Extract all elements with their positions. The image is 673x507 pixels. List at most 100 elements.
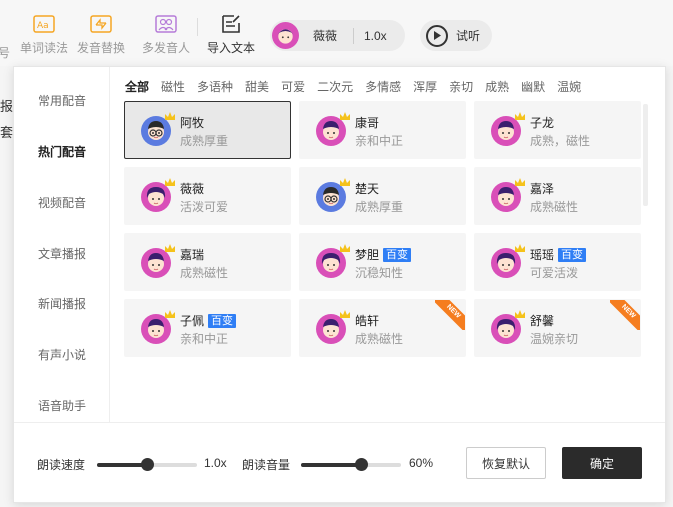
voice-description: 成熟，磁性 bbox=[530, 134, 591, 148]
speed-slider[interactable] bbox=[97, 458, 197, 471]
tag-filter-item[interactable]: 全部 bbox=[125, 78, 149, 95]
voice-description: 亲和中正 bbox=[355, 134, 404, 148]
background-editor-text: 报 套 bbox=[0, 94, 13, 146]
crown-icon bbox=[339, 174, 351, 186]
background-text-line: 报 bbox=[0, 99, 14, 114]
voice-card[interactable]: 皓轩 成熟磁性 NEW bbox=[299, 299, 466, 357]
current-voice-selector[interactable]: 薇薇 1.0x bbox=[270, 20, 405, 51]
voice-description: 可爱活泼 bbox=[530, 266, 579, 280]
voice-description: 成熟磁性 bbox=[180, 266, 229, 280]
tag-filter-item[interactable]: 甜美 bbox=[245, 78, 269, 95]
play-icon bbox=[426, 24, 448, 47]
voice-name: 薇薇 bbox=[180, 182, 205, 196]
sidebar-item-article[interactable]: 文章播报 bbox=[14, 245, 110, 262]
svg-text:Aa: Aa bbox=[37, 21, 49, 31]
crown-icon bbox=[339, 108, 351, 120]
crown-icon bbox=[164, 174, 176, 186]
toolbar-multi-speaker-button[interactable]: 多发音人 bbox=[142, 14, 190, 56]
tag-filter-item[interactable]: 温婉 bbox=[557, 78, 581, 95]
voice-card[interactable]: 楚天 成熟厚重 bbox=[299, 167, 466, 225]
sidebar-item-label: 文章播报 bbox=[37, 247, 86, 261]
tag-filter-item[interactable]: 幽默 bbox=[521, 78, 545, 95]
tag-filter-item[interactable]: 多情感 bbox=[365, 78, 401, 95]
voice-name-row: 子龙 bbox=[530, 114, 554, 131]
toolbar-word-reading-button[interactable]: Aa 单词读法 bbox=[20, 14, 68, 56]
sidebar-item-label: 常用配音 bbox=[37, 94, 86, 108]
variety-badge: 百变 bbox=[208, 313, 237, 328]
tag-filter-item[interactable]: 浑厚 bbox=[413, 78, 437, 95]
voice-card[interactable]: 嘉瑞 成熟磁性 bbox=[124, 233, 291, 291]
variety-badge: 百变 bbox=[383, 247, 412, 262]
pronunciation-replace-icon bbox=[90, 14, 112, 34]
slider-knob[interactable] bbox=[355, 458, 368, 471]
voice-card[interactable]: 舒馨温婉亲切 NEW bbox=[474, 299, 641, 357]
sidebar-item-popular[interactable]: 热门配音 bbox=[14, 143, 110, 160]
tag-filter-item[interactable]: 成熟 bbox=[485, 78, 509, 95]
confirm-button[interactable]: 确定 bbox=[562, 447, 642, 479]
toolbar-item-label: 导入文本 bbox=[207, 41, 256, 55]
crown-icon bbox=[164, 240, 176, 252]
voice-name: 楚天 bbox=[355, 182, 380, 196]
voice-card[interactable]: 瑶瑶 百变可爱活泼 bbox=[474, 233, 641, 291]
sidebar-item-video[interactable]: 视频配音 bbox=[14, 194, 110, 211]
slider-knob[interactable] bbox=[141, 458, 154, 471]
sidebar-item-label: 视频配音 bbox=[37, 196, 86, 210]
new-ribbon: NEW bbox=[435, 300, 465, 330]
voice-name-row: 阿牧 bbox=[180, 114, 204, 131]
voice-description: 亲和中正 bbox=[180, 332, 229, 346]
voice-name-row: 瑶瑶 百变 bbox=[530, 246, 587, 263]
voice-card[interactable]: 子龙成熟，磁性 bbox=[474, 101, 641, 159]
import-text-icon bbox=[220, 14, 242, 34]
current-voice-speed: 1.0x bbox=[364, 28, 387, 43]
voice-card[interactable]: 阿牧 成熟厚重 bbox=[124, 101, 291, 159]
voice-name-row: 皓轩 bbox=[355, 312, 379, 329]
variety-badge: 百变 bbox=[558, 247, 587, 262]
voice-name: 子龙 bbox=[530, 116, 555, 130]
tag-filter-item[interactable]: 可爱 bbox=[281, 78, 305, 95]
toolbar-pronunciation-replace-button[interactable]: 发音替换 bbox=[77, 14, 125, 56]
tag-filter-item[interactable]: 二次元 bbox=[317, 78, 353, 95]
toolbar-item-cut[interactable]: 号 bbox=[0, 44, 10, 61]
word-reading-icon: Aa bbox=[33, 14, 55, 34]
crown-icon bbox=[164, 108, 176, 120]
tag-filter-item[interactable]: 多语种 bbox=[197, 78, 233, 95]
avatar bbox=[272, 22, 299, 49]
voice-description: 温婉亲切 bbox=[530, 332, 579, 346]
voice-description: 活泼可爱 bbox=[180, 200, 229, 214]
voice-name-row: 舒馨 bbox=[530, 312, 554, 329]
voice-card[interactable]: 嘉泽 成熟磁性 bbox=[474, 167, 641, 225]
crown-icon bbox=[514, 108, 526, 120]
reset-default-button[interactable]: 恢复默认 bbox=[466, 447, 546, 479]
listen-button[interactable]: 试听 bbox=[420, 20, 492, 51]
new-label: NEW bbox=[435, 300, 465, 330]
sidebar-item-news[interactable]: 新闻播报 bbox=[14, 295, 110, 312]
voice-name: 皓轩 bbox=[355, 314, 380, 328]
crown-icon bbox=[339, 306, 351, 318]
voice-card[interactable]: 子佩 百变 亲和中正 bbox=[124, 299, 291, 357]
voice-category-sidebar: 常用配音 热门配音 视频配音 文章播报 新闻播报 有声小说 语音助手 bbox=[14, 67, 110, 422]
sidebar-item-assistant[interactable]: 语音助手 bbox=[14, 397, 110, 414]
volume-slider[interactable] bbox=[301, 458, 401, 471]
toolbar-import-text-button[interactable]: 导入文本 bbox=[207, 14, 255, 56]
sidebar-item-audiobook[interactable]: 有声小说 bbox=[14, 346, 110, 363]
voice-description: 沉稳知性 bbox=[355, 266, 404, 280]
sidebar-item-common[interactable]: 常用配音 bbox=[14, 92, 110, 109]
sidebar-item-label: 有声小说 bbox=[37, 348, 86, 362]
voice-card[interactable]: 康哥 亲和中正 bbox=[299, 101, 466, 159]
toolbar-item-label: 多发音人 bbox=[142, 41, 191, 55]
slider-fill bbox=[301, 463, 361, 467]
voice-name: 嘉瑞 bbox=[180, 248, 205, 262]
voice-card[interactable]: 薇薇 活泼可爱 bbox=[124, 167, 291, 225]
voice-card[interactable]: 梦胆 百变 沉稳知性 bbox=[299, 233, 466, 291]
crown-icon bbox=[514, 240, 526, 252]
listen-label: 试听 bbox=[456, 29, 481, 43]
new-ribbon: NEW bbox=[610, 300, 640, 330]
scrollbar[interactable] bbox=[643, 104, 648, 206]
volume-label: 朗读音量 bbox=[242, 458, 291, 472]
toolbar-divider bbox=[197, 18, 198, 36]
toolbar-item-label: 号 bbox=[0, 46, 11, 60]
crown-icon bbox=[164, 306, 176, 318]
tag-filter-item[interactable]: 亲切 bbox=[449, 78, 473, 95]
current-voice-name: 薇薇 bbox=[313, 29, 338, 43]
tag-filter-item[interactable]: 磁性 bbox=[161, 78, 185, 95]
